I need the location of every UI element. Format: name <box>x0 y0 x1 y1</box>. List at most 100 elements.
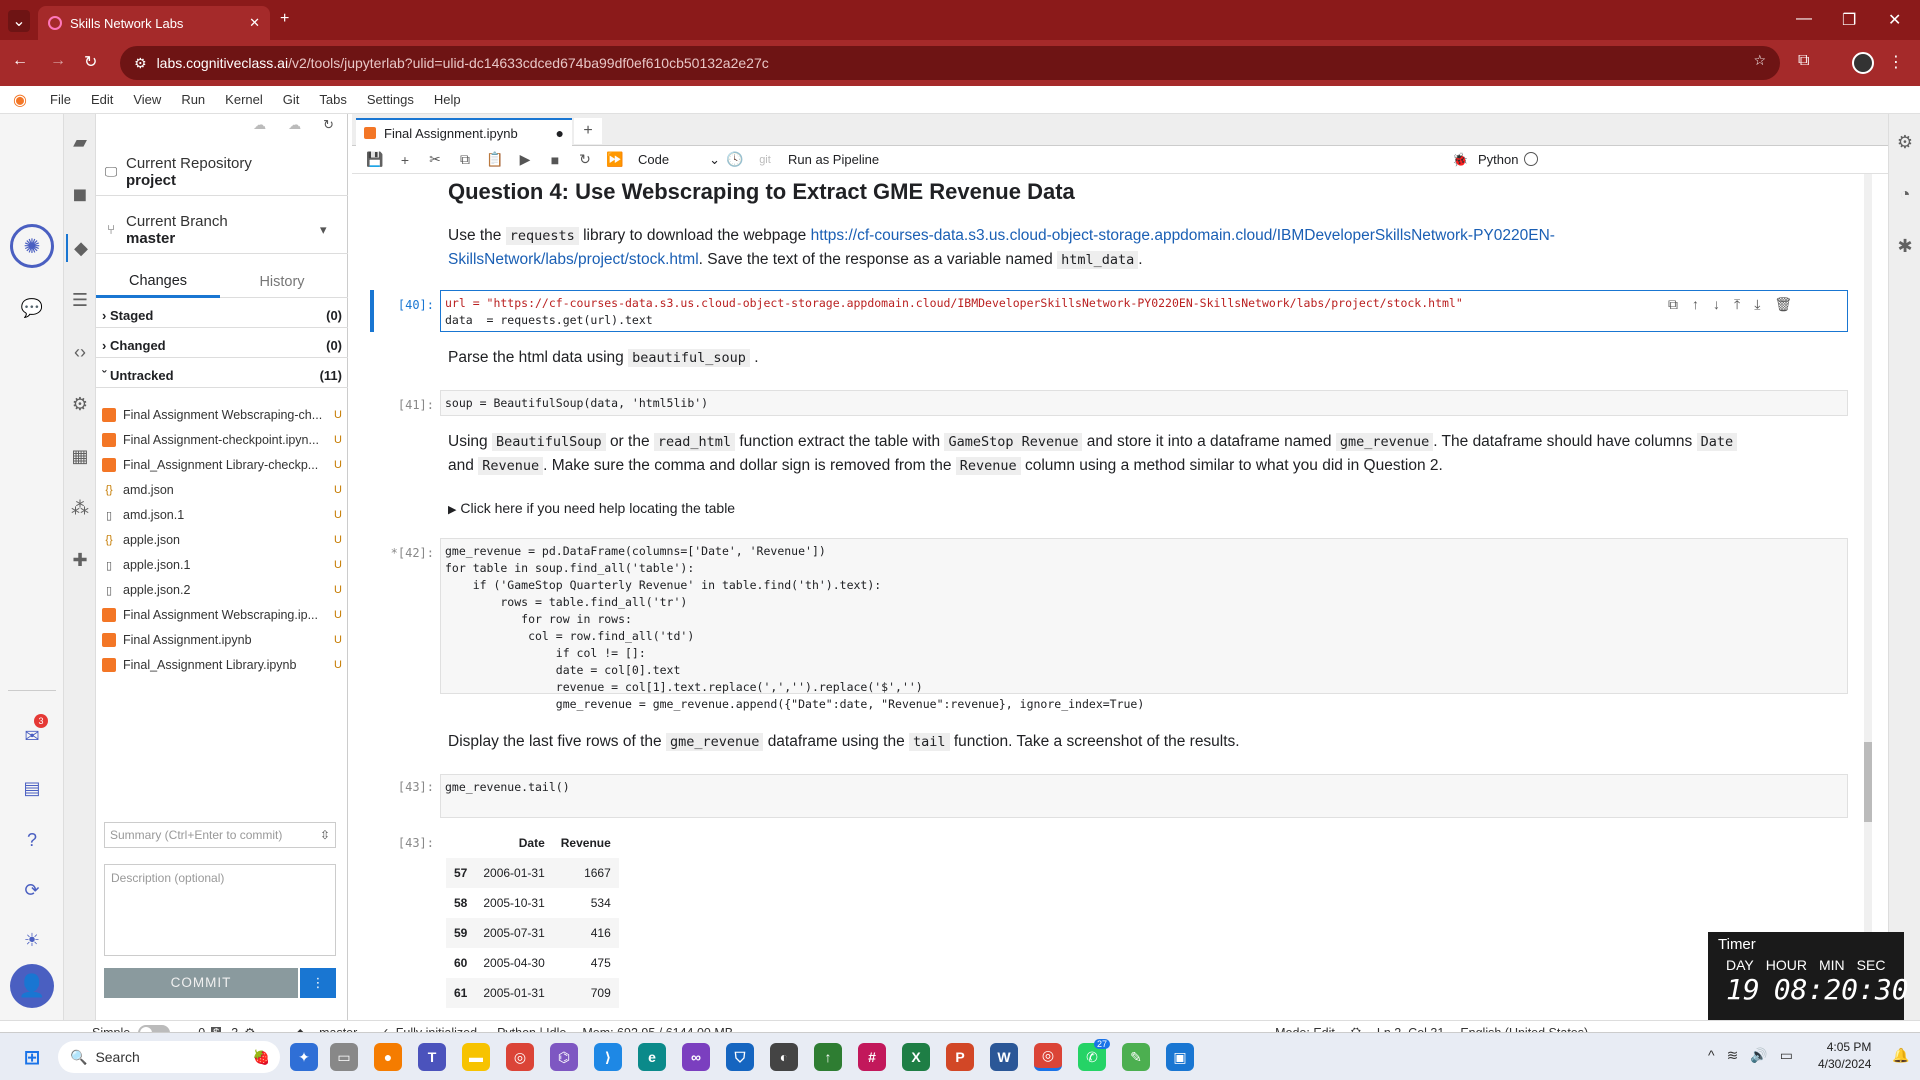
chrome-icon[interactable]: ◎ <box>506 1043 534 1071</box>
summary-input[interactable]: Summary (Ctrl+Enter to commit) ⇳ <box>104 822 336 848</box>
run-as-pipeline-button[interactable]: Run as Pipeline <box>780 152 879 167</box>
github-icon[interactable]: ⌬ <box>550 1043 578 1071</box>
taskbar-search[interactable]: 🔍 Search 🍓 <box>58 1041 280 1073</box>
app-icon[interactable]: ✦ <box>290 1043 318 1071</box>
minimize-icon[interactable]: — <box>1796 10 1812 28</box>
stop-icon[interactable]: ■ <box>540 152 570 168</box>
menu-run[interactable]: Run <box>171 92 215 107</box>
code-icon[interactable]: ‹› <box>66 338 94 366</box>
menu-file[interactable]: File <box>40 92 81 107</box>
forward-icon[interactable]: → <box>50 52 66 70</box>
stock-page-link[interactable]: https://cf-courses-data.s3.us.cloud-obje… <box>811 227 1555 244</box>
components-icon[interactable]: ⁂ <box>66 494 94 522</box>
toc-icon[interactable]: ☰ <box>66 286 94 314</box>
notebook-tab[interactable]: Final Assignment.ipynb ● <box>356 118 572 146</box>
untracked-section[interactable]: ˇ Untracked (11) <box>96 364 348 388</box>
commit-options-icon[interactable]: ⋮ <box>300 968 336 998</box>
close-icon[interactable]: ✕ <box>249 15 260 31</box>
bookmark-star-icon[interactable]: ☆ <box>1753 52 1766 69</box>
tab-history[interactable]: History <box>220 267 344 297</box>
copy-icon[interactable]: ⧉ <box>450 151 480 168</box>
browser-tab[interactable]: Skills Network Labs ✕ <box>38 6 270 40</box>
edge-icon[interactable]: e <box>638 1043 666 1071</box>
list-item[interactable]: Final Assignment Webscraping-ch... U <box>102 404 342 426</box>
tab-search-icon[interactable]: ⌄ <box>8 10 30 32</box>
clock[interactable]: 4:05 PM 4/30/2024 <box>1818 1039 1871 1073</box>
powerpoint-icon[interactable]: P <box>946 1043 974 1071</box>
current-branch[interactable]: ⑂ Current Branch master ▾ <box>96 206 348 254</box>
code-cell-43[interactable]: gme_revenue.tail() <box>440 774 1848 818</box>
git-diff-icon[interactable]: git <box>750 154 780 166</box>
run-icon[interactable]: ▶ <box>510 151 540 168</box>
file-explorer-icon[interactable]: ▬ <box>462 1043 490 1071</box>
menu-git[interactable]: Git <box>273 92 310 107</box>
folder-icon[interactable]: ▰ <box>66 128 94 156</box>
debugger-icon[interactable]: 🐞 <box>1452 152 1468 168</box>
notebook-scrollbar[interactable] <box>1864 174 1872 1024</box>
stock-page-link-cont[interactable]: SkillsNetwork/labs/project/stock.html <box>448 251 699 268</box>
menu-settings[interactable]: Settings <box>357 92 424 107</box>
list-item[interactable]: Final Assignment.ipynb U <box>102 629 342 651</box>
chrome-active-icon[interactable]: ◎ <box>1034 1043 1062 1071</box>
teams-icon[interactable]: T <box>418 1043 446 1071</box>
back-icon[interactable]: ← <box>12 52 28 70</box>
changed-section[interactable]: › Changed (0) <box>96 334 348 358</box>
word-icon[interactable]: W <box>990 1043 1018 1071</box>
code-cell-42[interactable]: gme_revenue = pd.DataFrame(columns=['Dat… <box>440 538 1848 711</box>
new-launcher-icon[interactable]: + <box>574 118 602 144</box>
list-item[interactable]: ▯ apple.json.1 U <box>102 554 342 576</box>
restore-icon[interactable]: ❐ <box>1842 10 1856 30</box>
clock-icon[interactable]: 🕓 <box>720 151 750 168</box>
chevron-down-icon[interactable]: ▾ <box>320 222 348 238</box>
chevron-up-icon[interactable]: ^ <box>1708 1047 1715 1064</box>
list-item[interactable]: Final Assignment Webscraping.ip... U <box>102 604 342 626</box>
move-down-icon[interactable]: ↓ <box>1713 296 1720 313</box>
gauge-icon[interactable]: ◔ <box>1891 180 1919 208</box>
vscode-icon[interactable]: ⟩ <box>594 1043 622 1071</box>
staged-section[interactable]: › Staged (0) <box>96 304 348 328</box>
settings-gear-icon[interactable]: ⚙ <box>66 390 94 418</box>
git-icon[interactable]: ◆ <box>66 234 94 262</box>
code-cell-41[interactable]: soup = BeautifulSoup(data, 'html5lib') <box>440 390 1848 416</box>
task-view-icon[interactable]: ▭ <box>330 1043 358 1071</box>
tab-changes[interactable]: Changes <box>96 266 220 298</box>
app-icon[interactable]: ↑ <box>814 1043 842 1071</box>
list-item[interactable]: {} apple.json U <box>102 529 342 551</box>
chat-icon[interactable]: 💬 <box>18 294 46 322</box>
extensions-icon[interactable]: ⧉ <box>1798 52 1809 70</box>
refresh-icon[interactable]: ↻ <box>323 117 334 133</box>
save-icon[interactable]: 💾 <box>360 151 390 168</box>
volume-icon[interactable]: 🔊 <box>1750 1047 1767 1064</box>
unsaved-dot-icon[interactable]: ● <box>556 125 564 141</box>
site-info-icon[interactable]: ⚙ <box>134 55 147 72</box>
running-icon[interactable]: ◼ <box>66 180 94 208</box>
sync-icon[interactable]: ⟳ <box>18 876 46 904</box>
menu-view[interactable]: View <box>123 92 171 107</box>
details-toggle[interactable]: ▶ Click here if you need help locating t… <box>448 496 735 522</box>
new-tab-icon[interactable]: + <box>280 10 289 28</box>
property-inspector-icon[interactable]: ⚙ <box>1891 128 1919 156</box>
notification-bell-icon[interactable]: 🔔 <box>1892 1047 1909 1064</box>
kernel-name[interactable]: Python <box>1478 152 1518 167</box>
wifi-icon[interactable]: ≋ <box>1727 1047 1739 1064</box>
excel-icon[interactable]: X <box>902 1043 930 1071</box>
cell-type-select[interactable]: Code ⌄ <box>630 152 720 168</box>
visual-studio-icon[interactable]: ∞ <box>682 1043 710 1071</box>
brightness-icon[interactable]: ☀ <box>18 926 46 954</box>
menu-help[interactable]: Help <box>424 92 471 107</box>
code-cell-40[interactable]: url = "https://cf-courses-data.s3.us.clo… <box>440 290 1848 332</box>
user-avatar[interactable]: 👤 <box>10 964 54 1008</box>
profile-avatar[interactable] <box>1852 52 1874 74</box>
app-icon[interactable]: ◐ <box>770 1043 798 1071</box>
insert-below-icon[interactable]: ⤓ <box>1754 296 1760 313</box>
insert-cell-icon[interactable]: + <box>390 152 420 168</box>
menu-tabs[interactable]: Tabs <box>309 92 356 107</box>
defender-icon[interactable]: ⛉ <box>726 1043 754 1071</box>
battery-icon[interactable]: ▭ <box>1780 1047 1793 1064</box>
bug-icon[interactable]: ✱ <box>1891 232 1919 260</box>
close-window-icon[interactable]: ✕ <box>1888 10 1901 30</box>
insert-above-icon[interactable]: ⤒ <box>1734 296 1740 313</box>
reload-icon[interactable]: ↻ <box>84 52 97 72</box>
delete-icon[interactable]: 🗑 <box>1774 296 1792 313</box>
current-repository[interactable]: 🖵 Current Repository project <box>96 148 348 196</box>
